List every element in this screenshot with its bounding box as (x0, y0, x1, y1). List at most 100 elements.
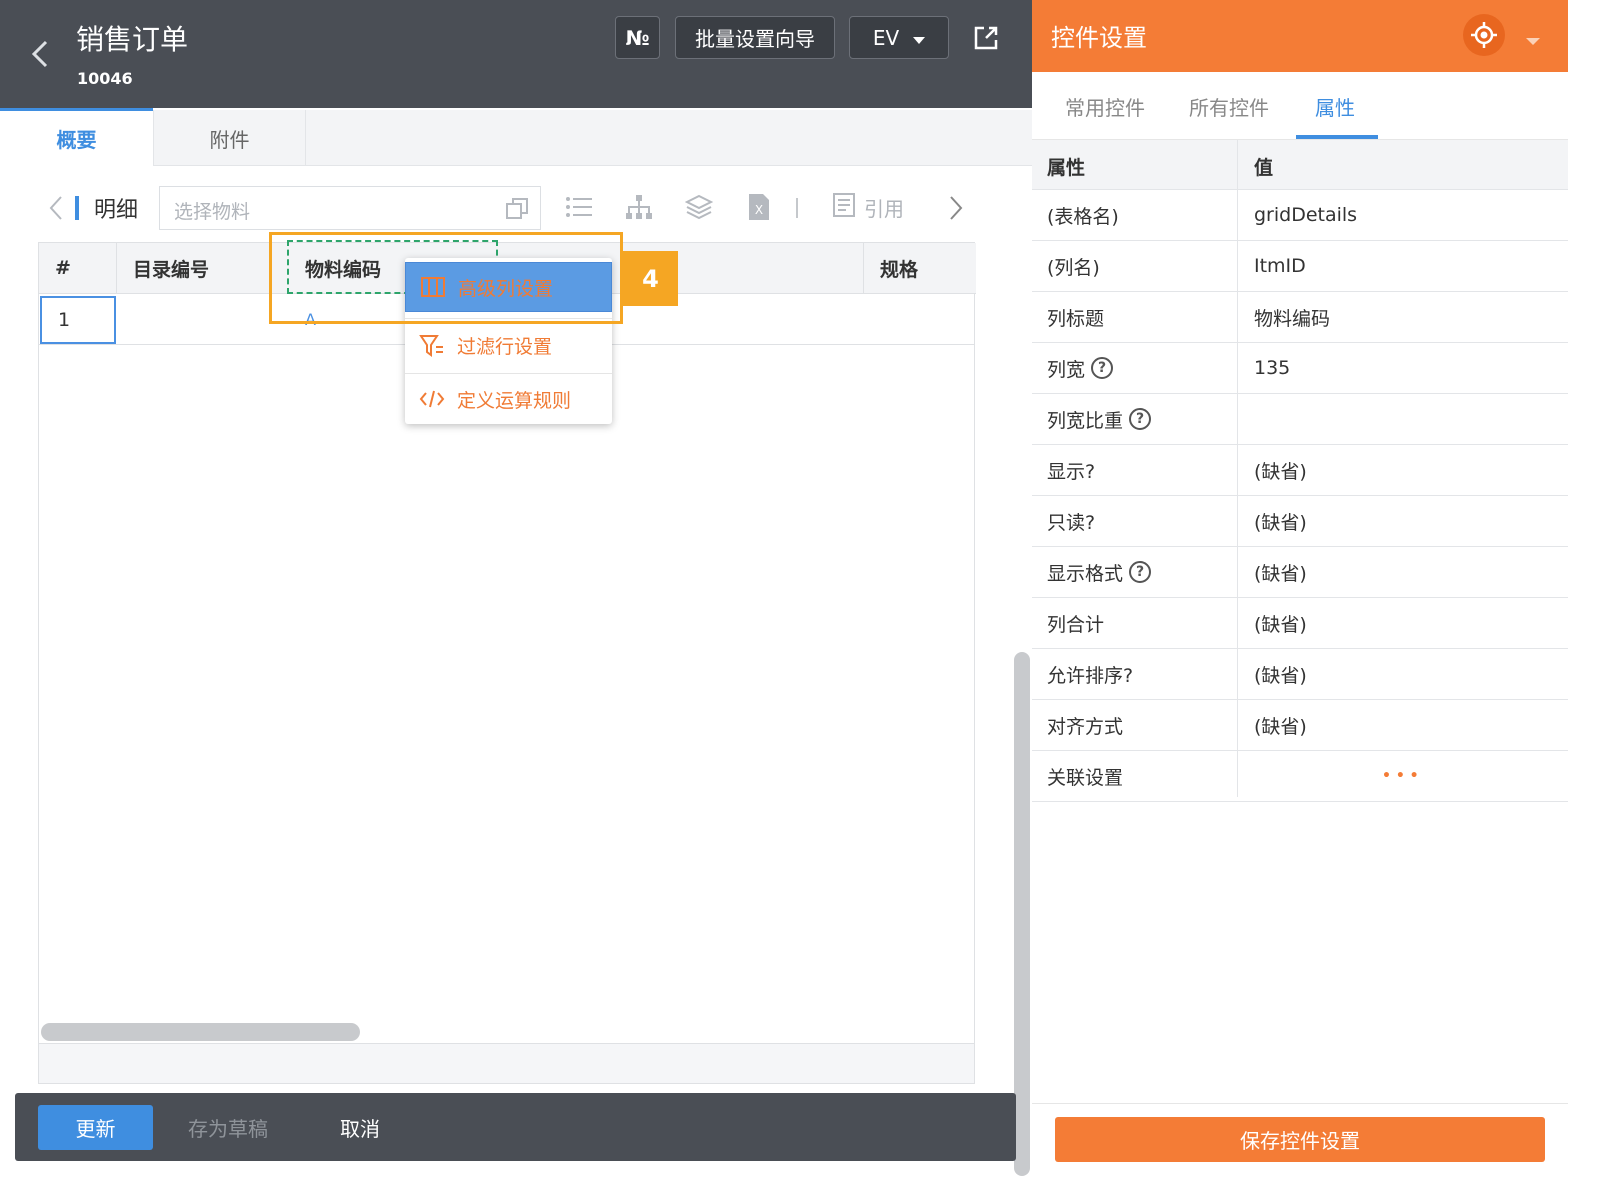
code-icon (419, 389, 445, 409)
prop-key: 显示格式 (1047, 562, 1124, 585)
save-control-settings-button[interactable]: 保存控件设置 (1055, 1117, 1545, 1162)
prop-value[interactable]: (缺省) (1254, 598, 1307, 648)
tab-overview[interactable]: 概要 (0, 110, 153, 166)
tab-attachments[interactable]: 附件 (153, 110, 306, 166)
help-icon[interactable]: ? (1129, 561, 1152, 583)
link-settings-ellipsis[interactable]: • • • (1382, 751, 1419, 801)
prop-key: (表格名) (1047, 205, 1119, 228)
column-header-index[interactable]: # (39, 243, 117, 294)
excel-icon[interactable]: X (744, 192, 774, 222)
properties-table-header: 属性 值 (1032, 140, 1568, 190)
prop-value[interactable]: (缺省) (1254, 496, 1307, 546)
help-icon[interactable]: ? (1091, 357, 1114, 379)
layers-icon[interactable] (684, 192, 714, 222)
prop-value[interactable]: (缺省) (1254, 445, 1307, 495)
list-icon[interactable] (564, 192, 594, 222)
column-header-spec[interactable]: 规格 (863, 243, 976, 294)
row-index-cell[interactable]: 1 (40, 296, 116, 344)
order-number: 10046 (77, 69, 133, 88)
material-select-placeholder: 选择物料 (174, 201, 251, 223)
svg-text:X: X (755, 203, 763, 217)
table-row[interactable]: (表格名) gridDetails (1032, 190, 1568, 241)
save-draft-button[interactable]: 存为草稿 (188, 1105, 268, 1150)
language-dropdown[interactable]: EV (849, 16, 949, 59)
table-row[interactable]: (列名) ItmID (1032, 241, 1568, 292)
number-button[interactable]: № (615, 16, 660, 59)
tab-common-controls[interactable]: 常用控件 (1065, 72, 1145, 140)
table-row[interactable]: 列宽比重 ? (1032, 394, 1568, 445)
page-title: 销售订单 (76, 23, 189, 56)
column-header-catalog-no[interactable]: 目录编号 (117, 243, 287, 294)
prop-value[interactable]: (缺省) (1254, 547, 1307, 597)
control-settings-header: 控件设置 (1032, 0, 1568, 72)
table-row[interactable]: 显示格式 ? (缺省) (1032, 547, 1568, 598)
panel-title: 控件设置 (1051, 24, 1147, 52)
table-row[interactable]: 关联设置 • • • (1032, 751, 1568, 802)
prop-key: 显示? (1047, 460, 1096, 483)
prop-value[interactable]: ItmID (1254, 241, 1306, 291)
chevron-right-icon[interactable] (946, 194, 966, 222)
prop-value[interactable]: (缺省) (1254, 700, 1307, 750)
table-row[interactable]: 列合计 (缺省) (1032, 598, 1568, 649)
caret-down-icon (913, 26, 926, 50)
action-bar: 更新 存为草稿 取消 (15, 1093, 1016, 1161)
table-row[interactable]: 显示? (缺省) (1032, 445, 1568, 496)
prop-key: 列合计 (1047, 613, 1105, 636)
column-divider (1237, 140, 1238, 797)
active-tab-indicator (1296, 135, 1378, 139)
back-icon[interactable] (26, 36, 56, 72)
toolbar-divider (796, 198, 798, 218)
table-row[interactable]: 列标题 物料编码 (1032, 292, 1568, 343)
section-marker (75, 196, 79, 220)
caret-down-icon[interactable] (1526, 31, 1540, 50)
menu-item-calc-rules[interactable]: 定义运算规则 (405, 374, 612, 424)
right-panel-tabs: 常用控件 所有控件 属性 (1032, 72, 1568, 140)
table-row[interactable]: 允许排序? (缺省) (1032, 649, 1568, 700)
menu-item-label: 定义运算规则 (457, 389, 572, 412)
detail-section-label: 明细 (94, 198, 139, 223)
menu-item-filter-rows[interactable]: 过滤行设置 (405, 318, 612, 373)
chevron-left-icon[interactable] (46, 194, 66, 222)
copy-icon[interactable] (504, 196, 530, 222)
grid-footer (39, 1043, 974, 1083)
prop-value[interactable]: gridDetails (1254, 190, 1357, 240)
active-tab-indicator (0, 108, 153, 111)
update-button[interactable]: 更新 (38, 1105, 153, 1150)
prop-key: (列名) (1047, 256, 1100, 279)
locate-icon[interactable] (1463, 14, 1505, 56)
form-header: 销售订单 10046 № 批量设置向导 EV (0, 0, 1032, 108)
header-value: 值 (1254, 157, 1274, 179)
step-badge: 4 (623, 251, 678, 306)
prop-value[interactable]: (缺省) (1254, 649, 1307, 699)
cancel-button[interactable]: 取消 (340, 1105, 380, 1150)
row-index: 1 (58, 309, 71, 331)
section-tabs: 概要 附件 (0, 110, 1032, 166)
table-row[interactable]: 列宽 ? 135 (1032, 343, 1568, 394)
table-row[interactable]: 只读? (缺省) (1032, 496, 1568, 547)
prop-key: 关联设置 (1047, 766, 1124, 789)
hierarchy-icon[interactable] (624, 192, 654, 222)
prop-key: 对齐方式 (1047, 715, 1124, 738)
table-row[interactable]: 对齐方式 (缺省) (1032, 700, 1568, 751)
help-icon[interactable]: ? (1129, 408, 1152, 430)
prop-key-with-help: 显示格式 ? (1047, 547, 1152, 597)
step-number: 4 (642, 264, 659, 293)
prop-key: 列标题 (1047, 307, 1105, 330)
batch-settings-button[interactable]: 批量设置向导 (675, 16, 835, 59)
prop-key-with-help: 列宽 ? (1047, 343, 1114, 393)
vertical-scrollbar[interactable] (1014, 652, 1030, 1176)
prop-value[interactable]: 物料编码 (1254, 292, 1330, 342)
material-select-input[interactable]: 选择物料 (159, 186, 541, 230)
document-icon (832, 192, 856, 222)
tab-properties[interactable]: 属性 (1315, 72, 1355, 140)
tutorial-highlight-box (269, 232, 623, 324)
language-label: EV (872, 25, 900, 50)
share-icon[interactable] (972, 24, 1000, 52)
quote-label: 引用 (864, 196, 904, 221)
prop-value[interactable]: 135 (1254, 343, 1290, 393)
quote-button[interactable]: 引用 (832, 192, 904, 222)
prop-key: 只读? (1047, 511, 1096, 534)
prop-key: 允许排序? (1047, 664, 1134, 687)
tab-all-controls[interactable]: 所有控件 (1189, 72, 1269, 140)
horizontal-scrollbar[interactable] (41, 1023, 360, 1041)
